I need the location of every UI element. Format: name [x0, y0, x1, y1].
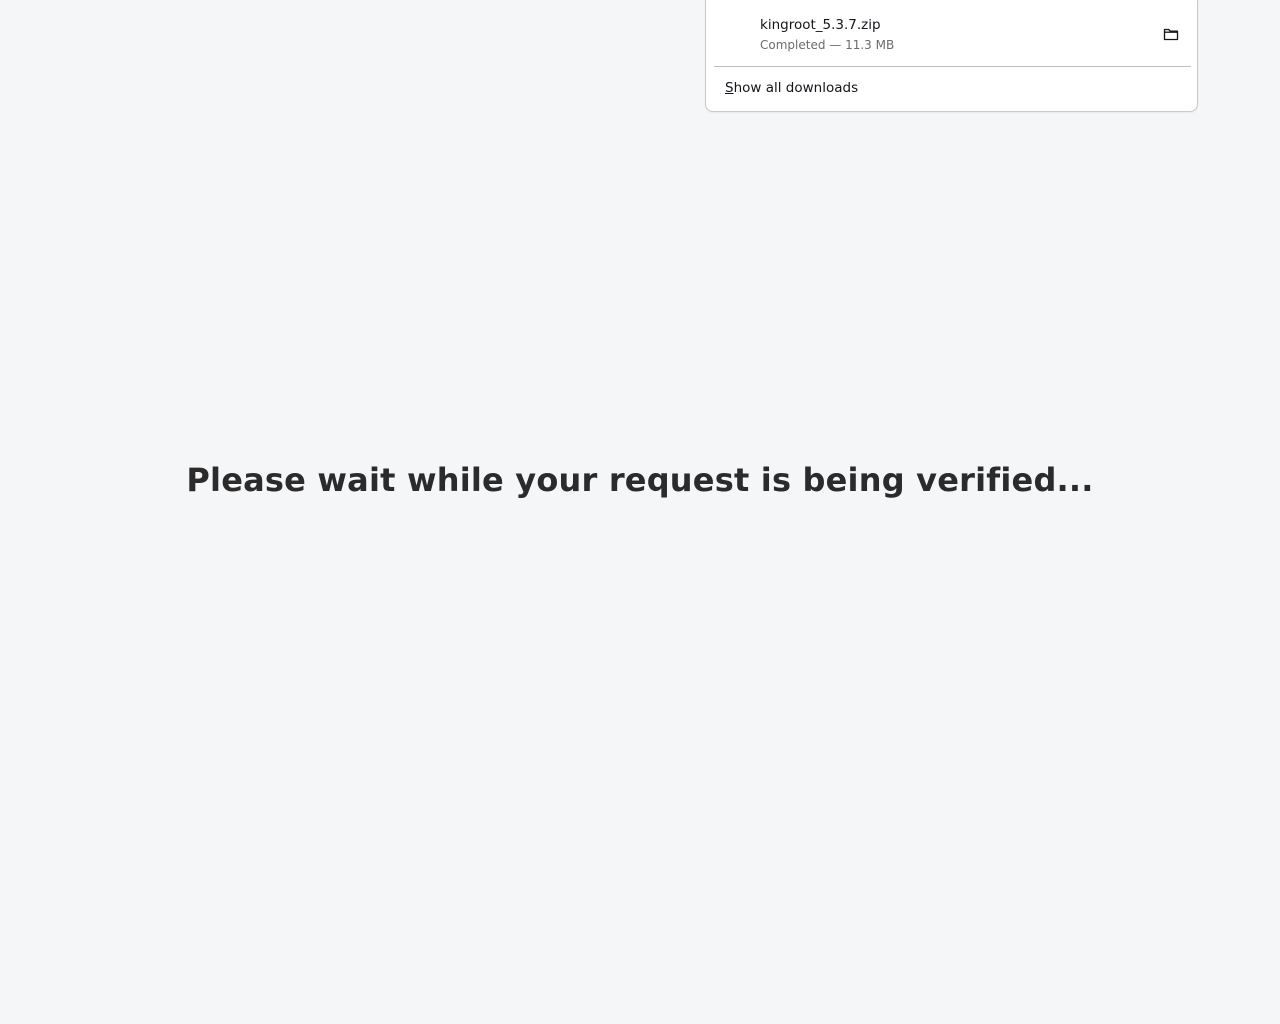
show-all-downloads-label: Show all downloads [725, 79, 858, 97]
download-file-name: kingroot_5.3.7.zip [760, 17, 881, 33]
download-status: Completed — 11.3 MB [760, 38, 895, 52]
folder-icon [1163, 28, 1179, 41]
panel-divider [714, 66, 1191, 67]
show-all-downloads-text: how all downloads [733, 80, 859, 96]
verification-message: Please wait while your request is being … [186, 461, 1094, 499]
download-item[interactable]: kingroot_5.3.7.zip Completed — 11.3 MB [714, 6, 1191, 62]
show-all-downloads-button[interactable]: Show all downloads [714, 72, 1191, 104]
downloads-panel: kingroot_5.3.7.zip Completed — 11.3 MB S… [705, 0, 1198, 112]
open-containing-folder-button[interactable] [1157, 20, 1185, 48]
file-icon [724, 18, 756, 50]
access-key: S [725, 80, 734, 96]
